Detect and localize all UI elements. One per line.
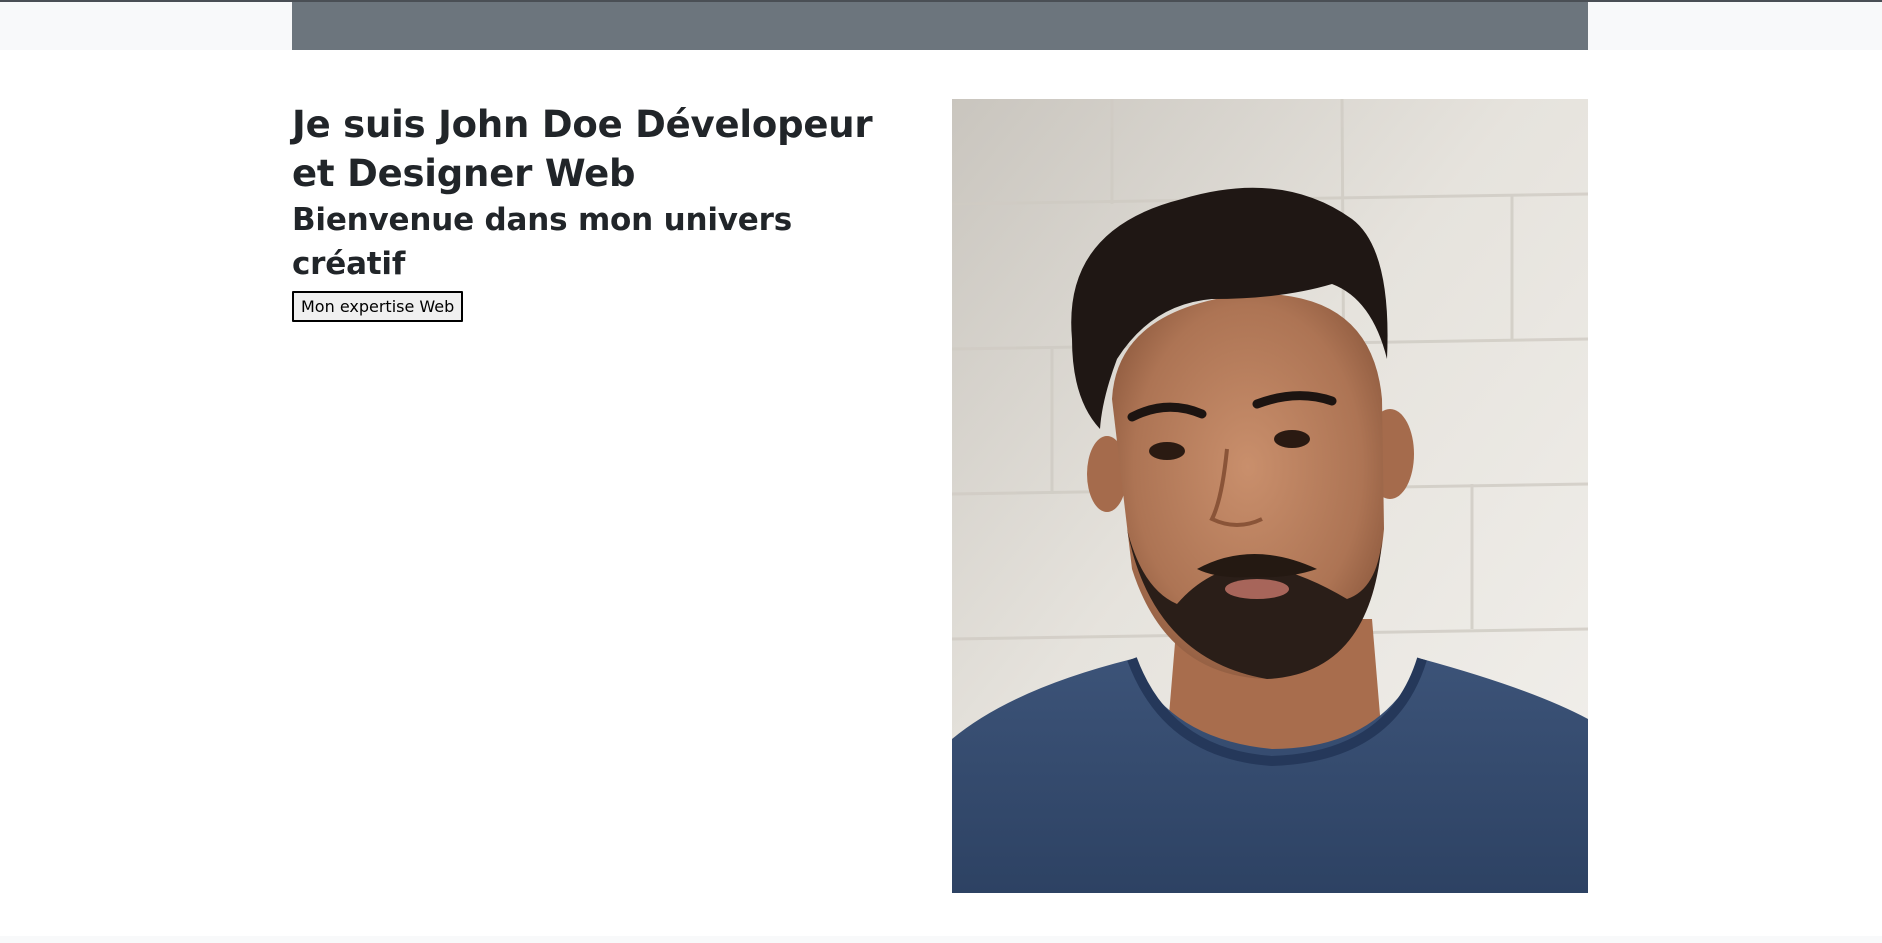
page-bottom-strip	[0, 936, 1882, 943]
expertise-button[interactable]: Mon expertise Web	[292, 291, 464, 322]
portrait-image	[952, 99, 1588, 893]
navbar	[292, 0, 1588, 50]
hero-section: Je suis John Doe Dévelopeur et Designer …	[292, 100, 912, 322]
portrait-illustration	[952, 99, 1588, 893]
hero-subtitle: Bienvenue dans mon univers créatif	[292, 202, 792, 282]
hero-title: Je suis John Doe Dévelopeur et Designer …	[292, 103, 873, 195]
